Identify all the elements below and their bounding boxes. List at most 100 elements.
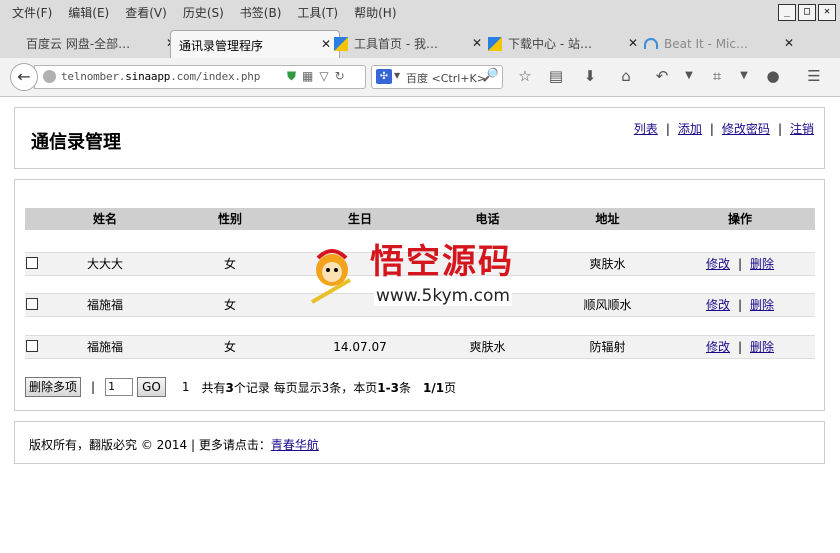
row-checkbox[interactable]	[26, 340, 38, 352]
go-button[interactable]: GO	[137, 377, 166, 397]
delete-link[interactable]: 删除	[750, 257, 774, 271]
menu-help[interactable]: 帮助(H)	[346, 4, 404, 22]
row-checkbox[interactable]	[26, 257, 38, 269]
window-controls: _ □ ✕	[778, 4, 836, 21]
table-row: 福施福 女 14.07.07 爽肤水 防辐射 修改 | 删除	[25, 335, 815, 359]
window-titlebar: 文件(F) 编辑(E) 查看(V) 历史(S) 书签(B) 工具(T) 帮助(H…	[0, 0, 840, 26]
row-checkbox[interactable]	[26, 298, 38, 310]
row-checkbox-cell	[25, 294, 45, 316]
search-bar[interactable]: ✣ ▼ 百度 <Ctrl+K> 🔎	[371, 65, 503, 89]
menu-history[interactable]: 历史(S)	[175, 4, 232, 22]
tab-beat-it[interactable]: Beat It - Mic… ✕	[636, 30, 802, 57]
cell-sex: 女	[223, 257, 236, 271]
watermark-logo: 悟空源码 www.5kym.com	[306, 240, 538, 310]
tab-label: Beat It - Mic…	[664, 36, 748, 51]
chat-bubble-icon[interactable]: ●	[762, 66, 784, 86]
current-page-number: 1	[181, 380, 190, 394]
nav-separator: |	[777, 121, 782, 136]
action-separator: |	[737, 298, 743, 312]
col-header-sex: 性别	[217, 212, 242, 226]
row-checkbox-cell	[25, 253, 45, 275]
menu-edit[interactable]: 编辑(E)	[60, 4, 117, 22]
col-header-phone: 电话	[475, 212, 500, 226]
tab-baidu-cloud[interactable]: 百度云 网盘-全部… ✕	[18, 30, 184, 57]
pagination-bar: 删除多项 | 1 GO 1 共有3个记录 每页显示3条，本页1-3条 1/1页	[25, 377, 456, 397]
menu-tools[interactable]: 工具(T)	[289, 4, 346, 22]
menu-bookmarks[interactable]: 书签(B)	[232, 4, 290, 22]
close-window-button[interactable]: ✕	[818, 4, 836, 21]
tab-download-center[interactable]: 下载中心 - 站… ✕	[480, 30, 646, 57]
delete-link[interactable]: 删除	[750, 340, 774, 354]
nav-separator: |	[709, 121, 714, 136]
cell-name: 福施福	[86, 340, 123, 354]
edit-link[interactable]: 修改	[706, 340, 730, 354]
top-nav: 列表 | 添加 | 修改密码 | 注销	[634, 120, 814, 137]
back-arrow-icon[interactable]: ←	[10, 63, 38, 91]
cell-sex: 女	[223, 298, 236, 312]
search-input[interactable]: 百度 <Ctrl+K>	[406, 70, 486, 86]
tab-label: 百度云 网盘-全部…	[26, 37, 131, 51]
page-count: 1/1页	[422, 380, 457, 395]
tab-contacts-manager[interactable]: 通讯录管理程序 ✕	[170, 30, 340, 59]
tab-label: 下载中心 - 站…	[508, 37, 592, 51]
delete-link[interactable]: 删除	[750, 298, 774, 312]
close-tab-icon[interactable]: ✕	[784, 36, 794, 50]
dropdown-arrow-icon[interactable]: ▼	[733, 66, 755, 86]
row-checkbox-cell	[25, 336, 45, 358]
tab-tools-home[interactable]: 工具首页 - 我… ✕	[326, 30, 490, 57]
col-header-actions: 操作	[727, 212, 752, 226]
header-checkbox-col	[25, 208, 45, 230]
engine-dropdown-icon[interactable]: ▼	[394, 71, 400, 80]
dropdown-arrow-icon[interactable]: ▼	[678, 66, 700, 86]
edit-link[interactable]: 修改	[706, 257, 730, 271]
magnifier-icon[interactable]: 🔎	[483, 68, 499, 83]
menu-view[interactable]: 查看(V)	[117, 4, 175, 22]
col-header-birthday: 生日	[347, 212, 372, 226]
crop-icon[interactable]: ⌗	[706, 66, 728, 86]
reading-list-icon[interactable]: ▤	[545, 66, 567, 86]
qr-code-icon[interactable]: ▦	[302, 69, 313, 84]
hamburger-menu-icon[interactable]: ☰	[803, 66, 825, 86]
home-icon[interactable]: ⌂	[615, 66, 637, 86]
shield-icon[interactable]: ⛊	[287, 69, 296, 84]
undo-arrow-icon[interactable]: ↶	[651, 66, 673, 86]
download-arrow-icon[interactable]: ⬇	[579, 66, 601, 86]
bookmark-star-icon[interactable]: ☆	[514, 66, 536, 86]
reload-icon[interactable]: ↻	[335, 69, 345, 84]
address-bar[interactable]: telnomber.sinaapp.com/index.php ⛊ ▦ ▽ ↻	[34, 65, 366, 89]
header-panel: 通信录管理 列表 | 添加 | 修改密码 | 注销	[14, 107, 825, 169]
site-favicon-icon	[334, 36, 348, 51]
site-favicon-icon	[488, 36, 502, 51]
cell-phone: 爽肤水	[469, 340, 506, 354]
menu-bar: 文件(F) 编辑(E) 查看(V) 历史(S) 书签(B) 工具(T) 帮助(H…	[4, 4, 405, 22]
nav-separator: |	[665, 121, 670, 136]
nav-add-link[interactable]: 添加	[678, 120, 702, 137]
cell-birthday: 14.07.07	[333, 340, 387, 354]
footer-text: 版权所有，翻版必究 © 2014 | 更多请点击：青春华航	[29, 438, 319, 452]
page-number-input[interactable]: 1	[105, 378, 134, 396]
action-separator: |	[737, 340, 743, 354]
col-header-address: 地址	[595, 212, 620, 226]
col-header-name: 姓名	[92, 212, 117, 226]
tab-label: 工具首页 - 我…	[354, 37, 438, 51]
minimize-button[interactable]: _	[778, 4, 796, 21]
edit-link[interactable]: 修改	[706, 298, 730, 312]
menu-file[interactable]: 文件(F)	[4, 4, 60, 22]
cell-address: 防辐射	[589, 340, 626, 354]
page-content: 通信录管理 列表 | 添加 | 修改密码 | 注销 姓名 性别 生日 电话 地址…	[0, 97, 840, 553]
dropdown-arrow-icon[interactable]: ▽	[319, 69, 328, 84]
maximize-button[interactable]: □	[798, 4, 816, 21]
baidu-paw-icon[interactable]: ✣	[376, 69, 392, 84]
nav-change-password-link[interactable]: 修改密码	[722, 120, 770, 137]
delete-multiple-button[interactable]: 删除多项	[25, 377, 82, 397]
cell-name: 福施福	[86, 298, 123, 312]
footer-link[interactable]: 青春华航	[271, 438, 319, 452]
cell-actions: 修改 | 删除	[665, 294, 815, 316]
action-separator: |	[737, 257, 743, 271]
table-header: 姓名 性别 生日 电话 地址 操作	[25, 208, 815, 230]
cell-address: 爽肤水	[589, 257, 626, 271]
nav-logout-link[interactable]: 注销	[790, 120, 814, 137]
nav-list-link[interactable]: 列表	[634, 120, 658, 137]
cell-actions: 修改 | 删除	[665, 336, 815, 358]
url-text: telnomber.sinaapp.com/index.php	[61, 70, 261, 83]
